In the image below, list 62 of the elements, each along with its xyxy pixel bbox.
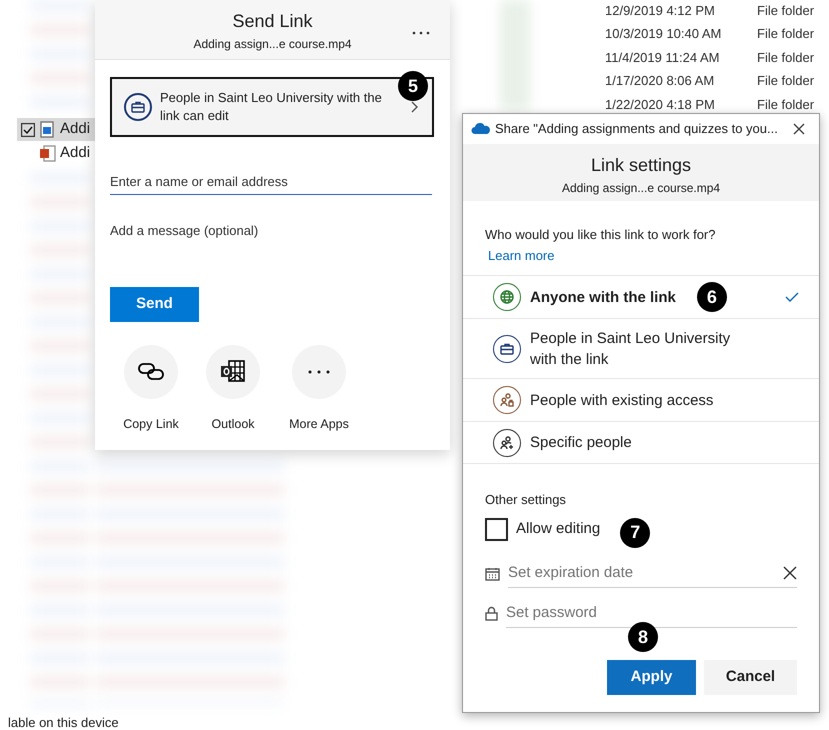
checkmark-icon xyxy=(785,292,799,302)
clear-button[interactable] xyxy=(783,566,797,580)
section-label: Other settings xyxy=(485,491,567,509)
more-icon xyxy=(412,31,430,35)
cloud-icon xyxy=(471,123,491,135)
link-option-selected[interactable]: Anyone with the link 6 xyxy=(463,275,819,318)
app-label: Outlook xyxy=(211,416,255,432)
recipient-field[interactable]: Enter a name or email address xyxy=(110,170,432,194)
date-text: 10/3/2019 10:40 AM xyxy=(605,25,722,43)
dialog-heading: Link settings xyxy=(590,154,692,177)
outlook-icon xyxy=(220,360,246,383)
close-icon xyxy=(793,123,805,135)
dialog-title: Share "Adding assignments and quizzes to you... xyxy=(495,120,779,138)
briefcase-icon xyxy=(500,342,514,356)
more-icon xyxy=(308,370,330,374)
type-text: File folder xyxy=(757,2,814,20)
link-option[interactable]: People with existing access xyxy=(463,378,819,421)
slides-file-icon xyxy=(39,145,56,162)
lock-icon xyxy=(485,606,498,621)
video-file-icon xyxy=(39,121,56,138)
send-button[interactable]: Send xyxy=(110,286,199,322)
file-name: Addi xyxy=(60,143,90,164)
type-text: File folder xyxy=(757,48,814,66)
date-text: 11/4/2019 11:24 AM xyxy=(605,48,720,66)
type-text: File folder xyxy=(757,25,814,43)
cancel-button[interactable]: Cancel xyxy=(704,660,797,694)
type-text: File folder xyxy=(757,96,814,114)
file-name: Adding assign...e course.mp4 xyxy=(562,180,720,197)
app-label: Copy Link xyxy=(123,416,179,433)
learn-more-link[interactable]: Learn more xyxy=(488,246,554,265)
file-row-selected[interactable]: Addi xyxy=(17,118,95,141)
message-field[interactable]: Add a message (optional) xyxy=(110,218,432,278)
close-icon xyxy=(783,566,797,580)
step-number-marker: 6 xyxy=(696,282,727,312)
link-icon xyxy=(138,363,164,380)
globe-icon xyxy=(500,290,514,304)
allow-editing-checkbox[interactable]: Allow editing xyxy=(485,518,600,540)
type-text: File folder xyxy=(757,72,814,90)
briefcase-icon xyxy=(131,101,145,113)
close-button[interactable] xyxy=(793,123,805,135)
file-row[interactable]: Addi xyxy=(17,142,95,165)
link-option[interactable]: Specific people xyxy=(463,421,819,464)
file-name: Adding assign...e course.mp4 xyxy=(193,36,352,53)
link-option[interactable]: People in Saint Leo University with the link xyxy=(463,318,819,378)
file-name: Addi xyxy=(60,119,90,140)
step-number-marker: 8 xyxy=(628,622,658,652)
expiration-date-field[interactable]: Set expiration date xyxy=(508,562,783,584)
panel-title: Send Link xyxy=(232,10,313,33)
step-number-marker: 7 xyxy=(620,518,650,548)
app-label: More Apps xyxy=(289,416,349,433)
apply-button[interactable]: Apply xyxy=(607,660,696,694)
status-text: lable on this device xyxy=(8,716,119,730)
date-text: 1/17/2020 8:06 AM xyxy=(605,72,716,90)
chevron-right-icon xyxy=(410,101,418,113)
people-add-icon xyxy=(500,436,514,450)
calendar-icon xyxy=(485,566,500,580)
people-lock-icon xyxy=(500,393,514,407)
question-text: Who would you like this link to work for? xyxy=(485,226,716,244)
date-text: 1/22/2020 4:18 PM xyxy=(605,96,716,114)
password-field[interactable]: Set password xyxy=(506,602,797,624)
checkbox-checked-icon xyxy=(21,122,35,136)
date-text: 12/9/2019 4:12 PM xyxy=(605,2,716,20)
